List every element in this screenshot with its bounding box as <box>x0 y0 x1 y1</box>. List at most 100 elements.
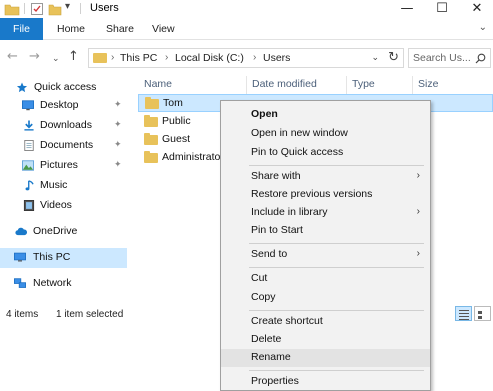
cloud-icon <box>15 227 27 236</box>
nav-label: This PC <box>33 251 71 263</box>
navigation-bar: ← → ⌄ ↑ › This PC › Local Disk (C:) › Us… <box>0 40 493 76</box>
menu-item-send-to[interactable]: Send to › <box>221 246 430 264</box>
nav-item-this-pc[interactable]: This PC <box>0 248 127 268</box>
menu-item-delete[interactable]: Delete <box>221 331 430 349</box>
nav-item-documents[interactable]: Documents ✦ <box>0 136 127 156</box>
menu-separator <box>249 370 424 371</box>
column-header-size[interactable]: Size <box>418 78 438 90</box>
nav-item-network[interactable]: Network <box>0 274 127 294</box>
pin-icon: ✦ <box>114 99 122 109</box>
folder-icon <box>144 151 158 163</box>
breadcrumb-separator[interactable]: › <box>253 52 256 63</box>
menu-item-create-shortcut[interactable]: Create shortcut <box>221 313 430 331</box>
menu-separator <box>249 165 424 166</box>
pin-icon: ✦ <box>114 119 122 129</box>
menu-item-cut[interactable]: Cut <box>221 270 430 288</box>
pin-icon: ✦ <box>114 139 122 149</box>
menu-item-copy[interactable]: Copy <box>221 289 430 307</box>
menu-label: Create shortcut <box>251 315 323 327</box>
nav-label: Documents <box>40 139 94 151</box>
minimize-button[interactable]: — <box>392 0 422 18</box>
column-header-type[interactable]: Type <box>352 78 375 90</box>
up-button[interactable]: ↑ <box>68 50 79 64</box>
recent-locations-button[interactable]: ⌄ <box>52 52 60 66</box>
nav-item-quick-access[interactable]: Quick access <box>0 78 127 98</box>
menu-item-open[interactable]: Open <box>221 106 430 124</box>
desktop-icon <box>22 100 34 111</box>
downloads-icon <box>24 120 34 131</box>
folder-icon <box>144 115 158 127</box>
documents-icon <box>24 140 34 151</box>
divider <box>80 3 81 14</box>
menu-label: Share with <box>251 170 301 182</box>
address-bar[interactable]: › This PC › Local Disk (C:) › Users ⌄ ↻ <box>88 48 404 68</box>
back-button[interactable]: ← <box>7 50 18 64</box>
breadcrumb-local-disk[interactable]: Local Disk (C:) <box>175 52 244 64</box>
selection-count: 1 item selected <box>56 309 124 320</box>
nav-label: Pictures <box>40 159 78 171</box>
menu-item-open-in-new-window[interactable]: Open in new window <box>221 125 430 143</box>
refresh-icon[interactable]: ↻ <box>388 50 399 65</box>
chevron-right-icon: › <box>416 206 420 217</box>
ribbon-tabs: File Home Share View ⌄ <box>0 18 493 40</box>
nav-item-onedrive[interactable]: OneDrive <box>0 222 127 242</box>
menu-item-properties[interactable]: Properties <box>221 373 430 391</box>
breadcrumb-users[interactable]: Users <box>263 52 290 64</box>
divider <box>24 3 25 14</box>
nav-label: Desktop <box>40 99 79 111</box>
menu-label: Open in new window <box>251 127 348 139</box>
menu-item-include-in-library[interactable]: Include in library › <box>221 204 430 222</box>
menu-label: Delete <box>251 333 282 345</box>
details-view-button[interactable] <box>455 306 472 321</box>
qat-dropdown[interactable]: ▾ <box>65 1 70 12</box>
column-header-date-modified[interactable]: Date modified <box>252 78 317 90</box>
menu-label: Cut <box>251 272 268 284</box>
properties-icon[interactable] <box>30 2 44 16</box>
menu-item-pin-to-quick-access[interactable]: Pin to Quick access <box>221 144 430 162</box>
close-button[interactable]: ✕ <box>462 0 492 18</box>
nav-item-desktop[interactable]: Desktop ✦ <box>0 96 127 116</box>
menu-label: Copy <box>251 291 276 303</box>
breadcrumb-this-pc[interactable]: This PC <box>120 52 157 64</box>
menu-label: Restore previous versions <box>251 188 373 200</box>
search-placeholder: Search Us... <box>413 52 471 64</box>
folder-icon <box>145 97 159 109</box>
column-divider[interactable] <box>412 76 413 96</box>
expand-ribbon-icon[interactable]: ⌄ <box>479 22 487 33</box>
nav-item-pictures[interactable]: Pictures ✦ <box>0 156 127 176</box>
menu-label: Rename <box>251 351 291 363</box>
nav-item-music[interactable]: Music <box>0 176 127 196</box>
nav-label: Quick access <box>34 81 97 93</box>
network-icon <box>14 278 26 288</box>
tab-share[interactable]: Share <box>106 18 134 40</box>
folder-icon <box>93 53 107 63</box>
chevron-right-icon: › <box>416 248 420 259</box>
column-divider[interactable] <box>246 76 247 96</box>
large-icons-view-button[interactable] <box>474 306 491 321</box>
tab-home[interactable]: Home <box>57 18 85 40</box>
breadcrumb-separator[interactable]: › <box>165 52 168 63</box>
computer-icon <box>14 252 26 262</box>
music-icon <box>25 180 34 191</box>
chevron-right-icon: › <box>416 170 420 181</box>
column-divider[interactable] <box>346 76 347 96</box>
menu-item-share-with[interactable]: Share with › <box>221 168 430 186</box>
menu-item-rename[interactable]: Rename <box>221 349 430 367</box>
nav-item-videos[interactable]: Videos <box>0 196 127 216</box>
menu-label: Properties <box>251 375 299 387</box>
menu-label: Pin to Start <box>251 224 303 236</box>
menu-item-restore-previous-versions[interactable]: Restore previous versions <box>221 186 430 204</box>
nav-item-downloads[interactable]: Downloads ✦ <box>0 116 127 136</box>
new-folder-icon[interactable] <box>48 2 62 16</box>
menu-label: Pin to Quick access <box>251 146 344 158</box>
search-input[interactable]: Search Us... <box>408 48 491 68</box>
breadcrumb-separator: › <box>111 52 115 63</box>
column-header-name[interactable]: Name <box>144 78 172 90</box>
file-name: Public <box>162 115 191 127</box>
menu-item-pin-to-start[interactable]: Pin to Start <box>221 222 430 240</box>
tab-file[interactable]: File <box>0 18 43 40</box>
address-dropdown-icon[interactable]: ⌄ <box>371 52 379 63</box>
maximize-button[interactable]: ☐ <box>427 0 457 18</box>
forward-button[interactable]: → <box>29 50 40 64</box>
tab-view[interactable]: View <box>152 18 175 40</box>
